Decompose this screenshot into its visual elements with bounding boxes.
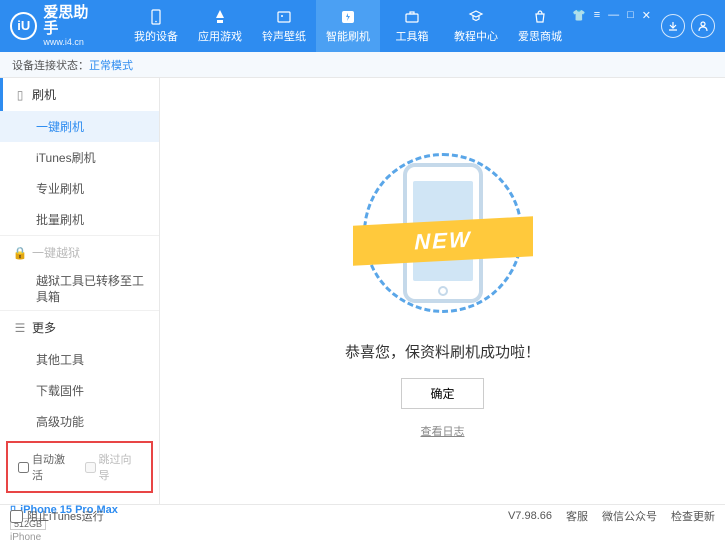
footer-support[interactable]: 客服 <box>566 508 588 524</box>
phone-icon: ▯ <box>14 89 26 101</box>
skin-icon[interactable]: 👕 <box>572 9 586 22</box>
sidebar-item-advanced[interactable]: 高级功能 <box>0 406 159 437</box>
success-message: 恭喜您，保资料刷机成功啦！ <box>345 341 540 362</box>
sidebar-group-flash[interactable]: ▯ 刷机 <box>0 78 159 111</box>
auto-activate-input[interactable] <box>18 462 29 473</box>
success-illustration: NEW <box>353 143 533 323</box>
image-icon <box>275 8 293 26</box>
status-value: 正常模式 <box>89 57 133 73</box>
sidebar-group-more[interactable]: ☰ 更多 <box>0 311 159 344</box>
footer-check-update[interactable]: 检查更新 <box>671 508 715 524</box>
toolbox-icon <box>403 8 421 26</box>
main-content: NEW 恭喜您，保资料刷机成功啦！ 确定 查看日志 <box>160 78 725 504</box>
window-controls: 👕 ≡ — □ ✕ <box>572 9 651 22</box>
nav-apps-games[interactable]: 应用游戏 <box>188 0 252 52</box>
header-right: 👕 ≡ — □ ✕ <box>572 14 715 38</box>
download-button[interactable] <box>661 14 685 38</box>
skip-guide-input <box>85 462 96 473</box>
apps-icon <box>211 8 229 26</box>
device-type: iPhone <box>10 532 149 543</box>
status-label: 设备连接状态： <box>12 57 89 73</box>
close-button[interactable]: ✕ <box>642 9 651 22</box>
nav-smart-flash[interactable]: 智能刷机 <box>316 0 380 52</box>
app-url: www.i4.cn <box>43 38 102 48</box>
nav-ringtones[interactable]: 铃声壁纸 <box>252 0 316 52</box>
sidebar-item-jailbreak-moved[interactable]: 越狱工具已转移至工具箱 <box>0 269 159 310</box>
lock-icon: 🔒 <box>14 247 26 259</box>
checkbox-highlight-area: 自动激活 跳过向导 <box>6 441 153 493</box>
version-label: V7.98.66 <box>508 510 552 522</box>
nav-toolbox[interactable]: 工具箱 <box>380 0 444 52</box>
status-bar: 设备连接状态： 正常模式 <box>0 52 725 78</box>
sidebar-item-batch-flash[interactable]: 批量刷机 <box>0 204 159 235</box>
more-icon: ☰ <box>14 322 26 334</box>
sidebar-item-pro-flash[interactable]: 专业刷机 <box>0 173 159 204</box>
app-header: iU 爱思助手 www.i4.cn 我的设备 应用游戏 铃声壁纸 智能刷机 工具… <box>0 0 725 52</box>
store-icon <box>531 8 549 26</box>
view-log-link[interactable]: 查看日志 <box>421 423 465 439</box>
sidebar-item-download-firmware[interactable]: 下载固件 <box>0 375 159 406</box>
block-itunes-checkbox[interactable]: 阻止iTunes运行 <box>10 508 104 524</box>
menu-icon[interactable]: ≡ <box>594 9 600 21</box>
sidebar: ▯ 刷机 一键刷机 iTunes刷机 专业刷机 批量刷机 🔒 一键越狱 越狱工具… <box>0 78 160 504</box>
user-button[interactable] <box>691 14 715 38</box>
sidebar-group-jailbreak[interactable]: 🔒 一键越狱 <box>0 236 159 269</box>
sidebar-item-other-tools[interactable]: 其他工具 <box>0 344 159 375</box>
checkbox-skip-guide[interactable]: 跳过向导 <box>85 451 142 483</box>
logo-icon: iU <box>10 12 37 40</box>
footer-wechat[interactable]: 微信公众号 <box>602 508 657 524</box>
minimize-button[interactable]: — <box>608 9 619 21</box>
flash-icon <box>339 8 357 26</box>
sidebar-item-oneclick-flash[interactable]: 一键刷机 <box>0 111 159 142</box>
checkbox-auto-activate[interactable]: 自动激活 <box>18 451 75 483</box>
app-title: 爱思助手 <box>43 5 102 38</box>
nav-tutorials[interactable]: 教程中心 <box>444 0 508 52</box>
confirm-button[interactable]: 确定 <box>401 378 483 409</box>
nav-store[interactable]: 爱思商城 <box>508 0 572 52</box>
nav-my-device[interactable]: 我的设备 <box>124 0 188 52</box>
logo-area: iU 爱思助手 www.i4.cn <box>10 5 102 48</box>
tutorial-icon <box>467 8 485 26</box>
block-itunes-input[interactable] <box>10 510 23 523</box>
main-nav: 我的设备 应用游戏 铃声壁纸 智能刷机 工具箱 教程中心 爱思商城 <box>124 0 572 52</box>
device-icon <box>147 8 165 26</box>
sidebar-item-itunes-flash[interactable]: iTunes刷机 <box>0 142 159 173</box>
maximize-button[interactable]: □ <box>627 9 634 21</box>
